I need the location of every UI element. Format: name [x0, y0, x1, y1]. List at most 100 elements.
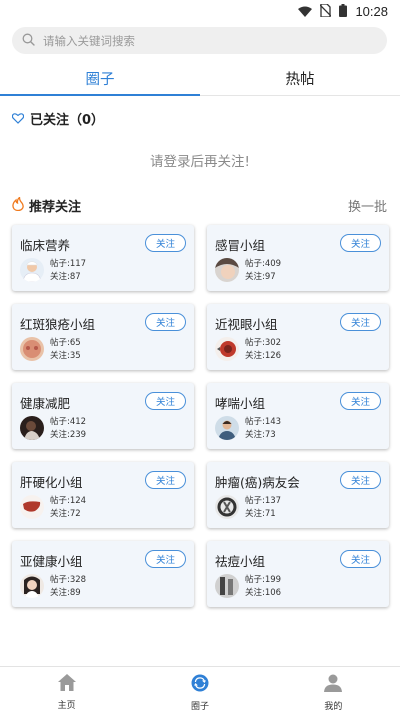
recommend-header: 推荐关注: [12, 195, 81, 215]
user-icon: [324, 674, 343, 696]
group-stats: 帖子:143 关注:73: [245, 416, 281, 442]
group-name: 近视眼小组: [215, 317, 278, 332]
status-bar: 10:28: [0, 0, 400, 22]
group-stats: 帖子:117 关注:87: [50, 258, 86, 284]
follower-count: 关注:97: [245, 272, 276, 282]
followed-title: 已关注（0）: [30, 112, 105, 128]
group-card[interactable]: 临床营养 关注 帖子:117 关注:87: [12, 225, 194, 291]
home-icon: [57, 674, 76, 695]
search-icon: [22, 31, 35, 50]
follow-button[interactable]: 关注: [340, 392, 381, 410]
group-grid: 临床营养 关注 帖子:117 关注:87 感冒小组 关注 帖子:409 关注:9…: [12, 225, 389, 607]
follower-count: 关注:239: [50, 430, 87, 440]
group-card[interactable]: 祛痘小组 关注 帖子:199 关注:106: [207, 541, 389, 607]
group-stats: 帖子:412 关注:239: [50, 416, 86, 442]
group-stats: 帖子:137 关注:71: [245, 495, 281, 521]
nav-mine-label: 我的: [324, 702, 343, 711]
ribbon-avatar: [215, 495, 239, 519]
group-stats: 帖子:409 关注:97: [245, 258, 281, 284]
follower-count: 关注:126: [245, 351, 282, 361]
nav-circles-label: 圈子: [190, 702, 209, 711]
follow-button[interactable]: 关注: [145, 471, 186, 489]
follow-button[interactable]: 关注: [340, 313, 381, 331]
person-avatar: [215, 416, 239, 440]
group-card[interactable]: 亚健康小组 关注 帖子:328 关注:89: [12, 541, 194, 607]
group-stats: 帖子:328 关注:89: [50, 574, 86, 600]
group-card[interactable]: 感冒小组 关注 帖子:409 关注:97: [207, 225, 389, 291]
post-count: 帖子:117: [50, 259, 87, 269]
nurse-avatar: [20, 258, 44, 282]
eye-diagram-avatar: [215, 337, 239, 361]
nav-mine[interactable]: 我的: [267, 667, 400, 711]
post-count: 帖子:143: [245, 417, 282, 427]
bottom-nav: 主页 圈子 我的: [0, 666, 400, 711]
group-name: 肿瘤(癌)病友会: [215, 475, 300, 490]
nav-circles[interactable]: 圈子: [133, 667, 266, 711]
group-name: 健康减肥: [20, 396, 71, 411]
follower-count: 关注:71: [245, 509, 276, 519]
follower-count: 关注:35: [50, 351, 81, 361]
group-name: 哮喘小组: [215, 396, 266, 411]
follow-button[interactable]: 关注: [340, 471, 381, 489]
heart-outline-icon: [11, 109, 25, 128]
group-card[interactable]: 近视眼小组 关注 帖子:302 关注:126: [207, 304, 389, 370]
nav-home[interactable]: 主页: [0, 667, 133, 711]
group-name: 红斑狼疮小组: [20, 317, 96, 332]
wifi-icon: [298, 2, 313, 21]
group-name: 临床营养: [20, 238, 71, 253]
follow-button[interactable]: 关注: [145, 234, 186, 252]
bw-avatar: [215, 574, 239, 598]
follow-button[interactable]: 关注: [340, 234, 381, 252]
search-bar[interactable]: [12, 27, 387, 54]
group-stats: 帖子:199 关注:106: [245, 574, 281, 600]
post-count: 帖子:302: [245, 338, 282, 348]
group-stats: 帖子:124 关注:72: [50, 495, 86, 521]
group-card[interactable]: 肿瘤(癌)病友会 关注 帖子:137 关注:71: [207, 462, 389, 528]
login-hint[interactable]: 请登录后再关注!: [0, 150, 400, 170]
status-icons: 10:28: [298, 2, 388, 20]
tab-circles[interactable]: 圈子: [0, 61, 200, 96]
follow-button[interactable]: 关注: [340, 550, 381, 568]
follower-count: 关注:87: [50, 272, 81, 282]
group-card[interactable]: 红斑狼疮小组 关注 帖子:65 关注:35: [12, 304, 194, 370]
group-stats: 帖子:302 关注:126: [245, 337, 281, 363]
post-count: 帖子:65: [50, 338, 81, 348]
tab-hot-posts[interactable]: 热帖: [200, 61, 400, 95]
woman-avatar: [20, 574, 44, 598]
followed-header: 已关注（0）: [11, 108, 105, 128]
group-stats: 帖子:65 关注:35: [50, 337, 81, 363]
post-count: 帖子:409: [245, 259, 282, 269]
group-card[interactable]: 哮喘小组 关注 帖子:143 关注:73: [207, 383, 389, 449]
skin-face-avatar: [20, 337, 44, 361]
battery-icon: [339, 2, 348, 21]
silhouette-avatar: [20, 416, 44, 440]
post-count: 帖子:199: [245, 575, 282, 585]
follow-button[interactable]: 关注: [145, 313, 186, 331]
post-count: 帖子:412: [50, 417, 87, 427]
post-count: 帖子:328: [50, 575, 87, 585]
group-name: 祛痘小组: [215, 554, 266, 569]
circle-swap-icon: [191, 674, 209, 696]
group-name: 亚健康小组: [20, 554, 83, 569]
group-name: 感冒小组: [215, 238, 266, 253]
follow-button[interactable]: 关注: [145, 392, 186, 410]
follower-count: 关注:72: [50, 509, 81, 519]
follower-count: 关注:106: [245, 588, 282, 598]
refresh-button[interactable]: 换一批: [348, 196, 387, 215]
group-name: 肝硬化小组: [20, 475, 83, 490]
liver-avatar: [20, 495, 44, 519]
top-tabs: 圈子 热帖: [0, 61, 400, 96]
follower-count: 关注:73: [245, 430, 276, 440]
recommend-title: 推荐关注: [29, 199, 82, 215]
search-input[interactable]: [43, 33, 343, 48]
follow-button[interactable]: 关注: [145, 550, 186, 568]
group-card[interactable]: 健康减肥 关注 帖子:412 关注:239: [12, 383, 194, 449]
flame-icon: [12, 195, 24, 215]
follower-count: 关注:89: [50, 588, 81, 598]
post-count: 帖子:124: [50, 496, 87, 506]
post-count: 帖子:137: [245, 496, 282, 506]
nav-home-label: 主页: [57, 701, 76, 711]
group-card[interactable]: 肝硬化小组 关注 帖子:124 关注:72: [12, 462, 194, 528]
status-time: 10:28: [355, 3, 388, 19]
woman-face-avatar: [215, 258, 239, 282]
